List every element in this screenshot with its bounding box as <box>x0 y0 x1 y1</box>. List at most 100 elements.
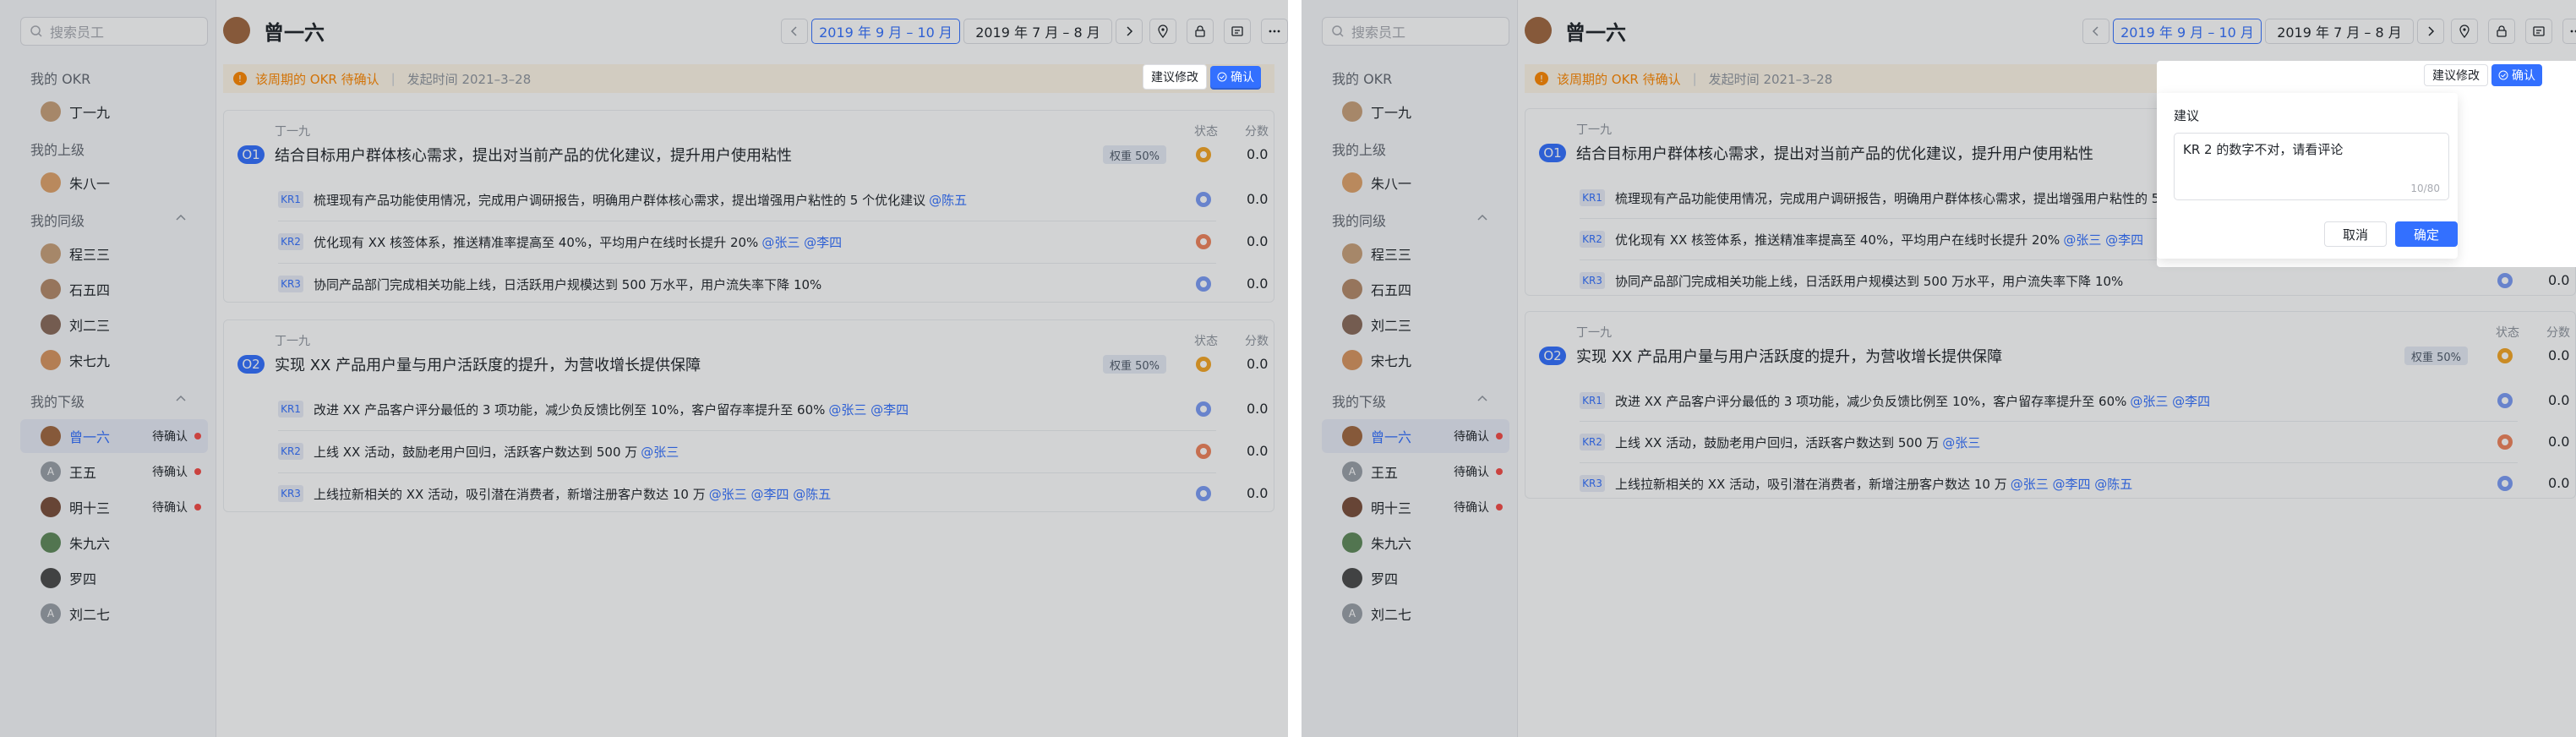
chevron-up-icon[interactable] <box>174 211 188 225</box>
status-indicator[interactable] <box>1196 234 1211 249</box>
sidebar-item-peer[interactable]: 宋七九 <box>1322 343 1509 377</box>
status-indicator[interactable] <box>1196 357 1211 372</box>
key-result-row[interactable]: KR2 优化现有 XX 核签体系，推送精准率提高至 40%，平均用户在线时长提升 … <box>278 221 842 263</box>
section-my-subordinates[interactable]: 我的下级 <box>1332 390 1499 411</box>
sidebar-item-subordinate[interactable]: A 王五 待确认 <box>1322 455 1509 489</box>
avatar <box>1342 426 1362 446</box>
suggest-edit-button-focused[interactable]: 建议修改 <box>1143 64 1207 90</box>
sidebar-item-subordinate[interactable]: A 刘二七 <box>20 597 208 631</box>
status-indicator[interactable] <box>1196 192 1211 207</box>
section-my-okr[interactable]: 我的 OKR <box>1332 68 1392 88</box>
prev-period-button[interactable] <box>2082 19 2109 44</box>
sidebar-item-subordinate[interactable]: 罗四 <box>20 561 208 595</box>
lock-button[interactable] <box>2488 19 2515 44</box>
section-my-superior[interactable]: 我的上级 <box>30 139 85 159</box>
key-result-row[interactable]: KR3 协同产品部门完成相关功能上线，日活跃用户规模达到 500 万水平，用户流失… <box>278 263 825 305</box>
status-indicator[interactable] <box>2497 476 2513 491</box>
sidebar-item-subordinate[interactable]: 朱九六 <box>20 526 208 560</box>
prev-period-button[interactable] <box>781 19 808 44</box>
ok-button[interactable]: 确定 <box>2395 221 2458 247</box>
key-result-row[interactable]: KR1 改进 XX 产品客户评分最低的 3 项功能，减少负反馈比例至 10%，客户… <box>1580 379 2210 422</box>
sidebar-item-me[interactable]: 丁一九 <box>1322 95 1509 128</box>
search-input[interactable]: 搜索员工 <box>20 17 208 46</box>
kr-mentions[interactable]: @张三 @李四 @陈五 <box>709 485 832 503</box>
list-button[interactable] <box>2525 19 2552 44</box>
confirm-button[interactable]: 确认 <box>2491 64 2542 86</box>
kr-mentions[interactable]: @张三 @李四 <box>761 233 842 251</box>
sidebar-item-subordinate[interactable]: 罗四 <box>1322 561 1509 595</box>
more-button[interactable] <box>2562 19 2576 44</box>
kr-mentions[interactable]: @陈五 <box>929 191 967 209</box>
list-button[interactable] <box>1224 19 1251 44</box>
section-my-superior[interactable]: 我的上级 <box>1332 139 1386 159</box>
search-input[interactable]: 搜索员工 <box>1322 17 1509 46</box>
suggest-edit-button[interactable]: 建议修改 <box>2424 64 2488 86</box>
kr-mentions[interactable]: @张三 @李四 <box>2130 392 2210 410</box>
status-indicator[interactable] <box>2497 273 2513 288</box>
sidebar-item-peer[interactable]: 程三三 <box>1322 237 1509 270</box>
status-indicator[interactable] <box>1196 147 1211 162</box>
period-tab-active[interactable]: 2019 年 9 月 – 10 月 <box>811 19 960 44</box>
kr-mentions[interactable]: @张三 @李四 <box>2063 231 2143 248</box>
cancel-button[interactable]: 取消 <box>2324 221 2387 247</box>
status-indicator[interactable] <box>1196 401 1211 417</box>
sidebar-item-subordinate[interactable]: A 刘二七 <box>1322 597 1509 631</box>
status-indicator[interactable] <box>1196 486 1211 501</box>
status-indicator[interactable] <box>2497 434 2513 450</box>
section-my-okr[interactable]: 我的 OKR <box>30 68 90 88</box>
map-pin-button[interactable] <box>1149 19 1176 44</box>
more-button[interactable] <box>1261 19 1288 44</box>
kr-mentions[interactable]: @张三 @李四 <box>828 401 909 418</box>
lock-button[interactable] <box>1187 19 1214 44</box>
sidebar-item-subordinate[interactable]: 朱九六 <box>1322 526 1509 560</box>
key-result-row[interactable]: KR3 上线拉新相关的 XX 活动，吸引潜在消费者，新增注册客户数达 10 万 @张… <box>278 472 831 515</box>
next-period-button[interactable] <box>1116 19 1143 44</box>
status-indicator[interactable] <box>1196 444 1211 459</box>
sidebar-item-peer[interactable]: 刘二三 <box>20 308 208 341</box>
sidebar-item-superior[interactable]: 朱八一 <box>20 166 208 199</box>
key-result-row[interactable]: KR2 优化现有 XX 核签体系，推送精准率提高至 40%，平均用户在线时长提升 … <box>1580 218 2143 260</box>
status-indicator[interactable] <box>2497 393 2513 408</box>
suggestion-textarea[interactable]: KR 2 的数字不对，请看评论 10/80 <box>2174 133 2449 200</box>
sidebar-item-peer[interactable]: 刘二三 <box>1322 308 1509 341</box>
period-tab[interactable]: 2019 年 7 月 – 8 月 <box>963 19 1112 44</box>
section-my-peers[interactable]: 我的同级 <box>1332 210 1499 230</box>
sidebar-item-superior[interactable]: 朱八一 <box>1322 166 1509 199</box>
map-pin-button[interactable] <box>2451 19 2478 44</box>
sidebar-item-peer[interactable]: 石五四 <box>20 272 208 306</box>
section-my-subordinates[interactable]: 我的下级 <box>30 390 198 411</box>
sidebar-item-me[interactable]: 丁一九 <box>20 95 208 128</box>
sidebar-item-peer[interactable]: 程三三 <box>20 237 208 270</box>
avatar <box>223 17 250 44</box>
kr-badge: KR1 <box>1580 392 1605 409</box>
sidebar-item-peer[interactable]: 石五四 <box>1322 272 1509 306</box>
key-result-row[interactable]: KR1 梳理现有产品功能使用情况，完成用户调研报告，明确用户群体核心需求，提出增强… <box>278 178 967 221</box>
status-indicator[interactable] <box>1196 276 1211 292</box>
confirm-button[interactable]: 确认 <box>1210 66 1261 88</box>
kr-badge: KR2 <box>278 443 303 460</box>
period-tab-active[interactable]: 2019 年 9 月 – 10 月 <box>2113 19 2262 44</box>
check-circle-icon <box>2498 70 2508 80</box>
period-tab[interactable]: 2019 年 7 月 – 8 月 <box>2265 19 2414 44</box>
chevron-up-icon[interactable] <box>174 392 188 406</box>
chevron-up-icon[interactable] <box>1476 392 1489 406</box>
sidebar-item-subordinate-active[interactable]: 曾一六 待确认 <box>1322 419 1509 453</box>
chevron-up-icon[interactable] <box>1476 211 1489 225</box>
key-result-row[interactable]: KR1 改进 XX 产品客户评分最低的 3 项功能，减少负反馈比例至 10%，客户… <box>278 388 909 430</box>
section-my-peers[interactable]: 我的同级 <box>30 210 198 230</box>
sidebar-item-subordinate-active[interactable]: 曾一六 待确认 <box>20 419 208 453</box>
kr-mentions[interactable]: @张三 <box>1942 434 1980 451</box>
kr-mentions[interactable]: @张三 <box>641 443 679 461</box>
status-indicator[interactable] <box>2497 348 2513 363</box>
pending-label: 待确认 <box>1454 501 1489 515</box>
kr-mentions[interactable]: @张三 @李四 @陈五 <box>2011 475 2133 493</box>
sidebar-item-peer[interactable]: 宋七九 <box>20 343 208 377</box>
key-result-row[interactable]: KR3 协同产品部门完成相关功能上线，日活跃用户规模达到 500 万水平，用户流失… <box>1580 259 2126 302</box>
key-result-row[interactable]: KR2 上线 XX 活动，鼓励老用户回归，活跃客户数达到 500 万 @张三 <box>1580 421 1980 463</box>
next-period-button[interactable] <box>2417 19 2444 44</box>
sidebar-item-subordinate[interactable]: A 王五 待确认 <box>20 455 208 489</box>
key-result-row[interactable]: KR2 上线 XX 活动，鼓励老用户回归，活跃客户数达到 500 万 @张三 <box>278 430 679 472</box>
key-result-row[interactable]: KR3 上线拉新相关的 XX 活动，吸引潜在消费者，新增注册客户数达 10 万 @张… <box>1580 462 2132 505</box>
sidebar-item-subordinate[interactable]: 明十三 待确认 <box>1322 490 1509 524</box>
sidebar-item-subordinate[interactable]: 明十三 待确认 <box>20 490 208 524</box>
